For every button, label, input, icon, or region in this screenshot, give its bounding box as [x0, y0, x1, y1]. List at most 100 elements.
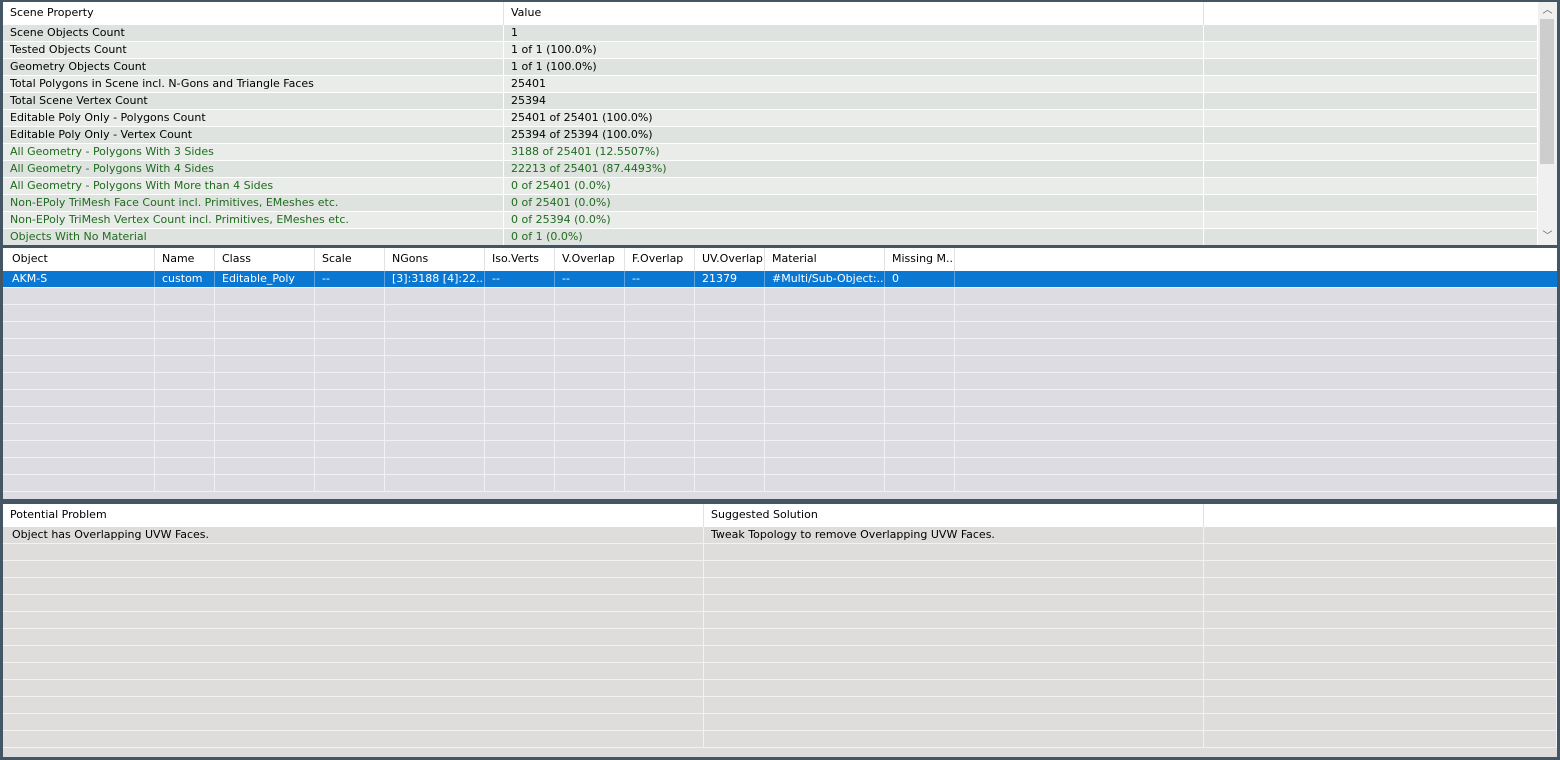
column-header-value[interactable]: Value	[504, 2, 1204, 25]
column-header-potential-problem[interactable]: Potential Problem	[3, 504, 704, 527]
empty-row	[3, 731, 1557, 748]
empty-cell	[765, 441, 885, 457]
empty-cell	[385, 475, 485, 491]
column-header[interactable]: Class	[215, 248, 315, 271]
column-header[interactable]: Scale	[315, 248, 385, 271]
chevron-up-icon[interactable]: ︿	[1538, 2, 1557, 19]
empty-cell	[625, 322, 695, 338]
scene-properties-table: Scene Property Value Scene Objects Count…	[3, 2, 1557, 245]
vertical-scrollbar[interactable]: ︿ ﹀	[1538, 2, 1557, 245]
column-header[interactable]: NGons	[385, 248, 485, 271]
chevron-down-icon[interactable]: ﹀	[1538, 228, 1557, 245]
table-row[interactable]: Total Polygons in Scene incl. N-Gons and…	[3, 76, 1538, 93]
empty-cell	[885, 322, 955, 338]
column-header-suggested-solution[interactable]: Suggested Solution	[704, 504, 1204, 527]
value-cell: 1	[504, 25, 1204, 41]
object-cell: 21379	[695, 271, 765, 287]
empty-row	[3, 663, 1557, 680]
table-row[interactable]: Geometry Objects Count 1 of 1 (100.0%)	[3, 59, 1538, 76]
empty-cell	[5, 356, 155, 372]
value-cell: 25401	[504, 76, 1204, 92]
empty-cell	[1204, 527, 1557, 543]
empty-cell	[704, 680, 1204, 696]
empty-cell	[5, 629, 704, 645]
empty-cell	[385, 373, 485, 389]
property-cell: All Geometry - Polygons With More than 4…	[3, 178, 504, 194]
column-header[interactable]: V.Overlap	[555, 248, 625, 271]
empty-cell	[5, 578, 704, 594]
table-row[interactable]: Objects With No Material 0 of 1 (0.0%)	[3, 229, 1538, 245]
empty-cell	[315, 424, 385, 440]
empty-cell	[1204, 93, 1538, 109]
table-row[interactable]: Editable Poly Only - Polygons Count 25401…	[3, 110, 1538, 127]
empty-cell	[885, 441, 955, 457]
empty-row	[3, 305, 1557, 322]
object-cell: --	[315, 271, 385, 287]
empty-cell	[155, 441, 215, 457]
table-row[interactable]: Scene Objects Count 1	[3, 25, 1538, 42]
empty-cell	[1204, 595, 1557, 611]
table-row[interactable]: Non-EPoly TriMesh Face Count incl. Primi…	[3, 195, 1538, 212]
empty-row	[3, 629, 1557, 646]
empty-cell	[1204, 697, 1557, 713]
empty-cell	[1204, 731, 1557, 747]
empty-cell	[5, 595, 704, 611]
table-row[interactable]: Total Scene Vertex Count 25394	[3, 93, 1538, 110]
column-header[interactable]: Material	[765, 248, 885, 271]
empty-cell	[625, 339, 695, 355]
empty-cell	[625, 441, 695, 457]
empty-cell	[1204, 212, 1538, 228]
column-header[interactable]: Iso.Verts	[485, 248, 555, 271]
value-cell: 1 of 1 (100.0%)	[504, 42, 1204, 58]
empty-cell	[695, 407, 765, 423]
empty-row	[3, 407, 1557, 424]
empty-cell	[485, 441, 555, 457]
empty-row	[3, 680, 1557, 697]
empty-cell	[625, 458, 695, 474]
empty-cell	[155, 288, 215, 304]
table-row[interactable]: Tested Objects Count 1 of 1 (100.0%)	[3, 42, 1538, 59]
table-row[interactable]: All Geometry - Polygons With More than 4…	[3, 178, 1538, 195]
column-header[interactable]: F.Overlap	[625, 248, 695, 271]
empty-cell	[215, 339, 315, 355]
property-cell: Scene Objects Count	[3, 25, 504, 41]
object-row[interactable]: AKM-S custom Editable_Poly -- [3]:3188 [4]:2…	[3, 271, 1557, 288]
table-row[interactable]: Non-EPoly TriMesh Vertex Count incl. Pri…	[3, 212, 1538, 229]
empty-cell	[215, 390, 315, 406]
empty-cell	[155, 339, 215, 355]
empty-row	[3, 288, 1557, 305]
empty-cell	[155, 407, 215, 423]
object-cell: 0	[885, 271, 955, 287]
empty-cell	[1204, 680, 1557, 696]
property-cell: Non-EPoly TriMesh Face Count incl. Primi…	[3, 195, 504, 211]
empty-cell	[485, 390, 555, 406]
empty-cell	[5, 544, 704, 560]
empty-cell	[155, 424, 215, 440]
empty-cell	[695, 305, 765, 321]
object-cell: --	[485, 271, 555, 287]
object-cell: --	[555, 271, 625, 287]
column-header[interactable]: Missing M...	[885, 248, 955, 271]
column-header[interactable]: Object	[5, 248, 155, 271]
column-header-scene-property[interactable]: Scene Property	[3, 2, 504, 25]
empty-cell	[5, 561, 704, 577]
empty-cell	[885, 407, 955, 423]
problem-row[interactable]: Object has Overlapping UVW Faces. Tweak T…	[3, 527, 1557, 544]
empty-cell	[385, 458, 485, 474]
empty-cell	[5, 322, 155, 338]
empty-cell	[625, 305, 695, 321]
empty-cell	[385, 339, 485, 355]
column-header[interactable]: Name	[155, 248, 215, 271]
object-cell: [3]:3188 [4]:22...	[385, 271, 485, 287]
scrollbar-thumb[interactable]	[1540, 19, 1554, 164]
empty-cell	[555, 305, 625, 321]
table-row[interactable]: Editable Poly Only - Vertex Count 25394 o…	[3, 127, 1538, 144]
property-cell: Editable Poly Only - Polygons Count	[3, 110, 504, 126]
empty-cell	[485, 322, 555, 338]
empty-cell	[1204, 59, 1538, 75]
column-header[interactable]: UV.Overlap	[695, 248, 765, 271]
table-row[interactable]: All Geometry - Polygons With 3 Sides 3188…	[3, 144, 1538, 161]
empty-cell	[695, 475, 765, 491]
table-row[interactable]: All Geometry - Polygons With 4 Sides 2221…	[3, 161, 1538, 178]
empty-cell	[704, 646, 1204, 662]
